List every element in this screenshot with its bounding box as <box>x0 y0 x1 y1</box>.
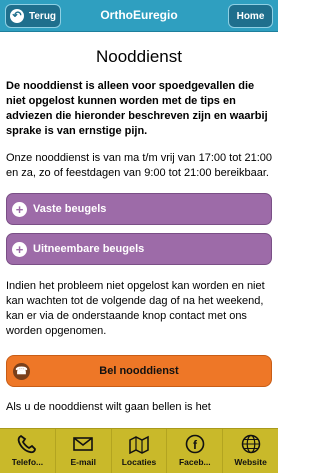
tab-locaties[interactable]: Locaties <box>112 429 168 473</box>
tab-label: Website <box>234 457 267 467</box>
globe-icon <box>241 434 260 454</box>
map-icon <box>129 435 149 454</box>
opening-hours-text: Onze nooddienst is van ma t/m vrij van 1… <box>6 152 272 179</box>
page-title: Nooddienst <box>95 47 182 66</box>
facebook-icon: f <box>185 434 205 454</box>
home-button[interactable]: Home <box>228 4 273 28</box>
contact-note-text: Indien het probleem niet opgelost kan wo… <box>6 280 265 337</box>
tab-facebook[interactable]: f Faceb... <box>167 429 224 473</box>
envelope-icon <box>73 437 93 451</box>
collapsible-label: Vaste beugels <box>33 203 107 215</box>
home-button-label: Home <box>236 10 265 22</box>
call-emergency-button[interactable]: ☎ Bel nooddienst <box>6 355 272 387</box>
bottom-tab-bar: Telefo... E-mail Locaties f Faceb... Web… <box>0 428 278 473</box>
phone-icon: ☎ <box>13 363 30 380</box>
tab-email[interactable]: E-mail <box>56 429 112 473</box>
phone-icon <box>18 434 37 454</box>
intro-text: De nooddienst is alleen voor spoedgevall… <box>6 80 268 137</box>
plus-icon: + <box>12 241 27 257</box>
call-button-label: Bel nooddienst <box>99 365 179 377</box>
tab-label: E-mail <box>70 457 96 467</box>
main-content: Nooddienst De nooddienst is alleen voor … <box>6 32 272 415</box>
svg-text:f: f <box>193 438 198 452</box>
tab-label: Telefo... <box>11 457 44 467</box>
plus-icon: + <box>12 201 27 217</box>
call-info-text: Als u de nooddienst wilt gaan bellen is … <box>6 401 211 413</box>
tab-label: Locaties <box>121 457 157 467</box>
tab-telefoon[interactable]: Telefo... <box>0 429 56 473</box>
collapsible-uitneembare-beugels[interactable]: + Uitneembare beugels <box>6 233 272 265</box>
collapsible-label: Uitneembare beugels <box>33 243 145 255</box>
tab-label: Faceb... <box>178 457 211 467</box>
app-header: ↶ Terug OrthoEuregio Home <box>0 0 278 32</box>
collapsible-vaste-beugels[interactable]: + Vaste beugels <box>6 193 272 225</box>
tab-website[interactable]: Website <box>223 429 278 473</box>
